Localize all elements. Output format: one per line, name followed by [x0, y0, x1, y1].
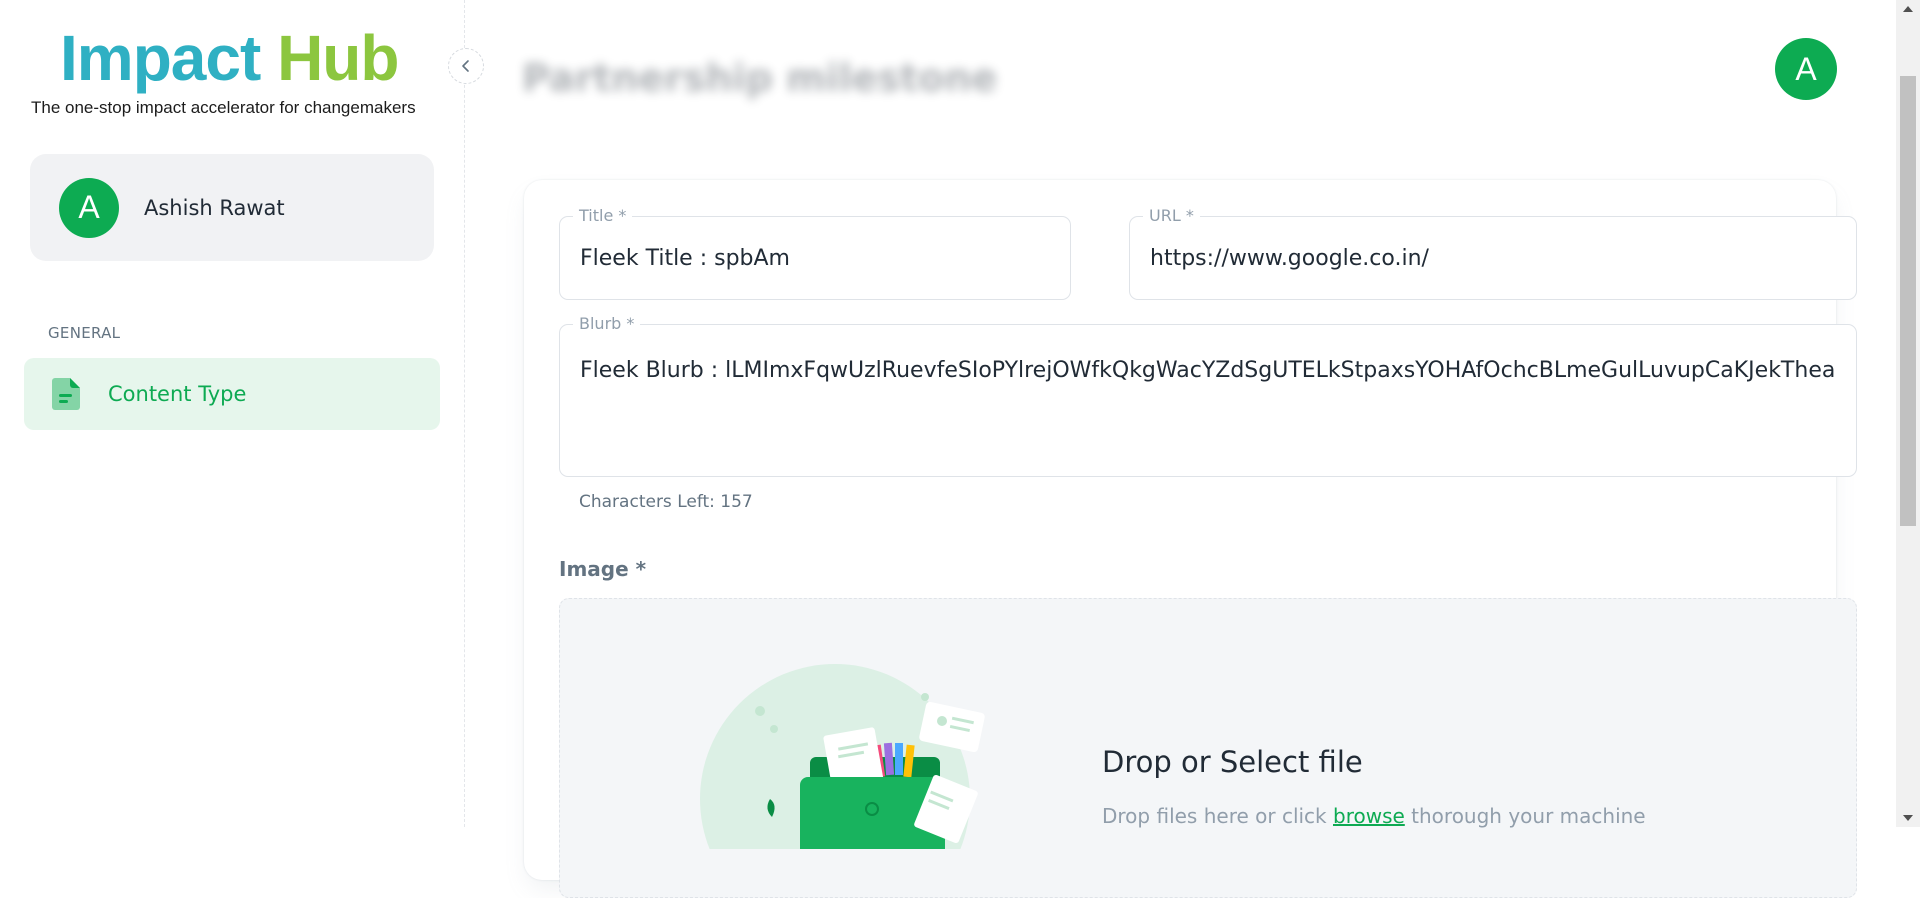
user-card: A Ashish Rawat: [30, 154, 434, 261]
title-field[interactable]: Title * Fleek Title : spbAm: [559, 206, 1071, 300]
account-avatar[interactable]: A: [1775, 38, 1837, 100]
page-scrollbar[interactable]: [1896, 0, 1920, 827]
blurb-field-value[interactable]: Fleek Blurb : lLMImxFqwUzlRuevfeSIoPYlre…: [580, 353, 1840, 388]
dropzone-sub-text-after: thorough your machine: [1411, 804, 1646, 828]
main-content: Partnership milestone A Title * Fleek Ti…: [466, 0, 1896, 898]
sidebar-item-label: Content Type: [108, 382, 247, 406]
user-name: Ashish Rawat: [144, 195, 285, 220]
title-field-label: Title *: [573, 206, 633, 226]
url-field-value[interactable]: https://www.google.co.in/: [1150, 246, 1429, 271]
image-dropzone[interactable]: Drop or Select file Drop files here or c…: [559, 598, 1857, 898]
nav-section-general: GENERAL: [48, 324, 121, 342]
brand-word-impact: Impact: [60, 22, 261, 94]
brand-word-hub: Hub: [277, 22, 399, 94]
url-field[interactable]: URL * https://www.google.co.in/: [1129, 206, 1857, 300]
page-title: Partnership milestone: [522, 56, 998, 100]
dropzone-title: Drop or Select file: [1102, 745, 1363, 779]
scroll-up-icon[interactable]: [1903, 6, 1913, 12]
dropzone-sub-text: Drop files here or click: [1102, 804, 1327, 828]
scroll-down-icon[interactable]: [1903, 815, 1913, 821]
sidebar: Impact Hub The one-stop impact accelerat…: [0, 0, 465, 827]
sidebar-item-content-type[interactable]: Content Type: [24, 358, 440, 430]
brand-tagline: The one-stop impact accelerator for chan…: [31, 98, 416, 117]
characters-left-counter: Characters Left: 157: [579, 492, 753, 512]
form-card: Title * Fleek Title : spbAm URL * https:…: [524, 180, 1857, 898]
brand-logo[interactable]: Impact Hub: [60, 22, 399, 94]
scrollbar-thumb[interactable]: [1900, 76, 1916, 526]
browse-link[interactable]: browse: [1333, 804, 1405, 828]
image-field-label: Image *: [559, 557, 647, 581]
dropzone-subtitle: Drop files here or click browse thorough…: [1102, 804, 1646, 828]
chevron-left-icon: [462, 60, 469, 72]
file-icon: [52, 378, 80, 410]
title-field-value[interactable]: Fleek Title : spbAm: [580, 246, 790, 271]
blurb-field-label: Blurb *: [573, 314, 641, 334]
collapse-sidebar-button[interactable]: [448, 48, 484, 84]
url-field-label: URL *: [1143, 206, 1200, 226]
blurb-field[interactable]: Blurb * Fleek Blurb : lLMImxFqwUzlRuevfe…: [559, 314, 1857, 477]
avatar: A: [59, 177, 119, 238]
upload-illustration-icon: [700, 664, 985, 849]
